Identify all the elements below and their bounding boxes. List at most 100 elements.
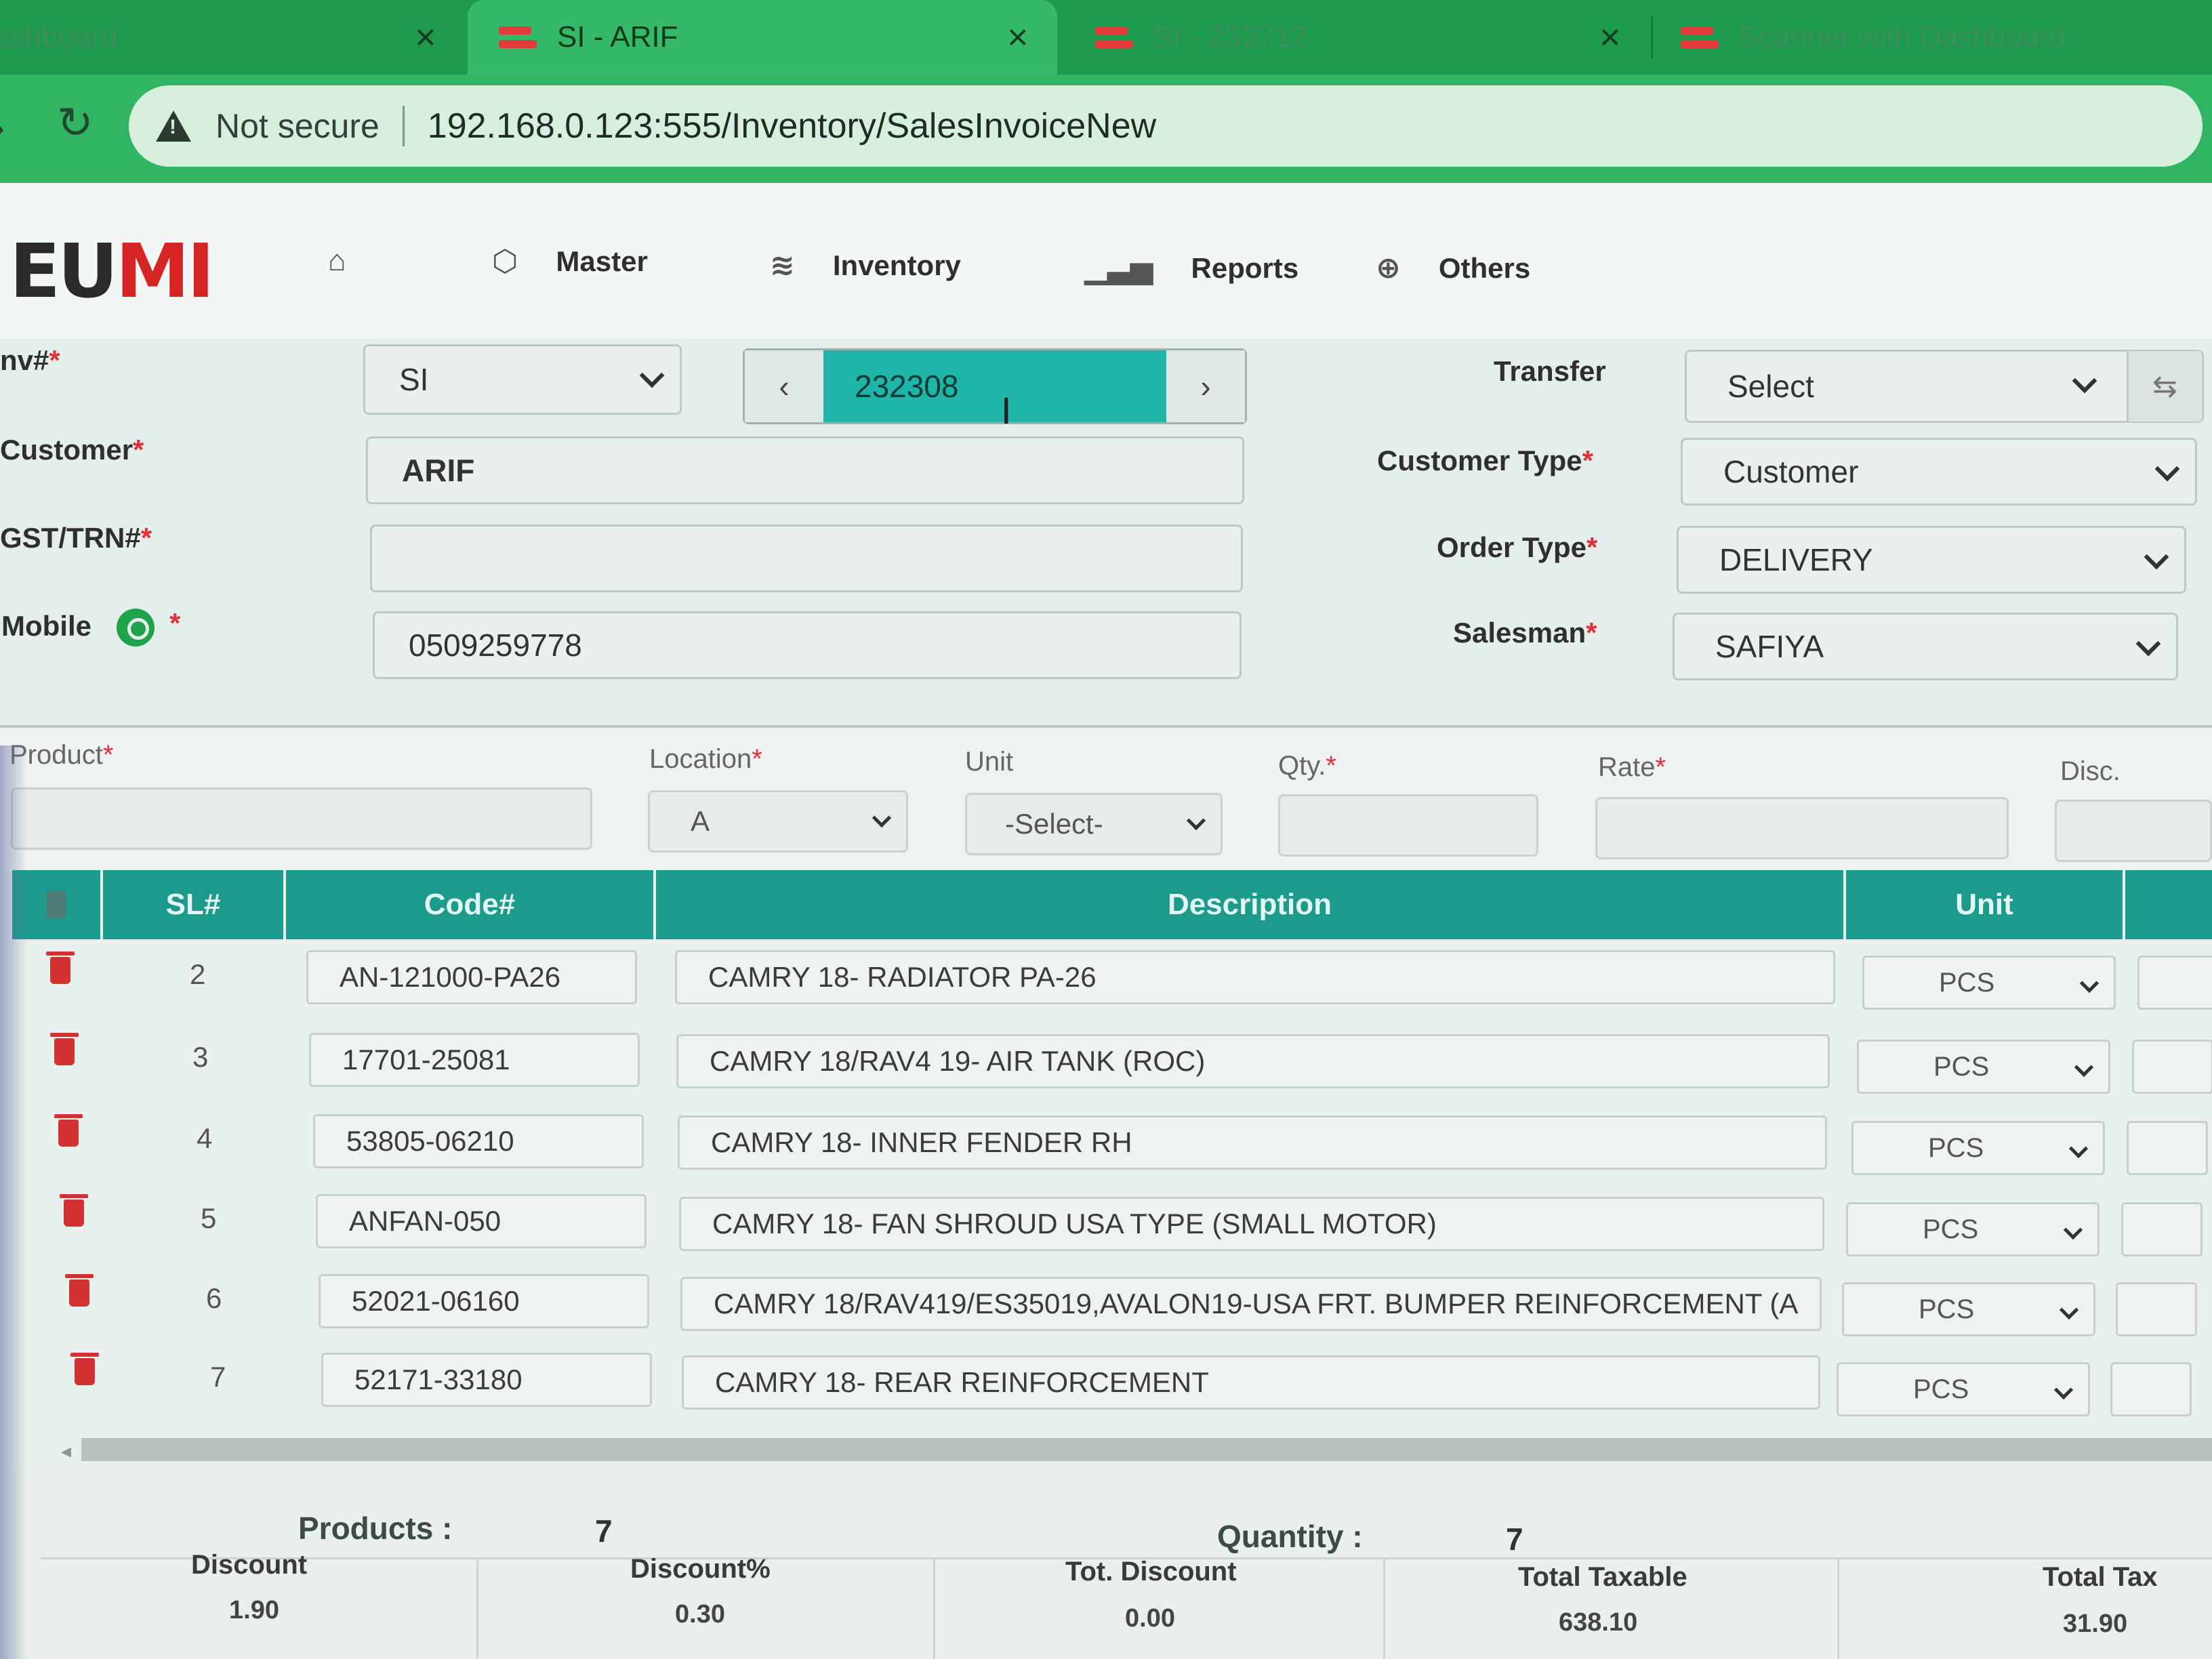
trash-icon[interactable] — [54, 1114, 83, 1147]
browser-tab-scanner-dashboard[interactable]: Scanner with Dashboard — [1681, 0, 2212, 75]
row-description-field[interactable]: CAMRY 18- RADIATOR PA-26 — [675, 950, 1835, 1004]
close-icon[interactable]: × — [415, 16, 436, 58]
row-code-field[interactable]: 52171-33180 — [321, 1353, 652, 1407]
row-unit-select[interactable]: PCS — [1846, 1202, 2100, 1256]
scroll-left-icon[interactable]: ◂ — [61, 1439, 71, 1463]
row-next-field[interactable] — [2132, 1040, 2212, 1094]
location-select[interactable]: A — [648, 790, 908, 853]
mobile-field[interactable]: 0509259778 — [373, 611, 1242, 679]
left-edge-shadow — [0, 745, 27, 1659]
customer-type-select[interactable]: Customer — [1681, 438, 2197, 506]
required-mark: * — [169, 607, 181, 639]
row-code-field[interactable]: 53805-06210 — [313, 1114, 644, 1168]
trash-icon — [47, 891, 66, 918]
nav-master-label: Master — [556, 245, 648, 277]
row-code-field[interactable]: 17701-25081 — [309, 1033, 640, 1087]
unit-column-header: Unit — [1846, 870, 2125, 939]
whatsapp-icon[interactable] — [117, 609, 155, 647]
salesman-select[interactable]: SAFIYA — [1673, 613, 2178, 680]
row-code: AN-121000-PA26 — [340, 961, 561, 993]
row-next-field[interactable] — [2110, 1362, 2192, 1416]
browser-tab-si-arif[interactable]: SI - ARIF × — [468, 0, 1057, 75]
customer-label-text: Customer — [0, 434, 134, 466]
trash-icon[interactable] — [46, 951, 75, 984]
rate-label: Rate* — [1598, 752, 1666, 783]
row-description-field[interactable]: CAMRY 18- REAR REINFORCEMENT — [682, 1355, 1820, 1410]
row-code-field[interactable]: ANFAN-050 — [316, 1194, 647, 1248]
row-description-field[interactable]: CAMRY 18- INNER FENDER RH — [678, 1115, 1827, 1170]
close-icon[interactable]: × — [1599, 16, 1621, 58]
customer-field[interactable]: ARIF — [366, 436, 1244, 504]
close-icon[interactable]: × — [1007, 16, 1029, 58]
forward-icon[interactable]: › — [0, 102, 5, 152]
row-unit-select[interactable]: PCS — [1862, 956, 2116, 1010]
invoice-number-field[interactable]: 232308 I — [823, 350, 1166, 432]
row-sl: 2 — [190, 958, 206, 990]
gst-trn-field[interactable] — [370, 525, 1243, 592]
trash-icon[interactable] — [50, 1033, 79, 1065]
inv-number-label: nv#* — [0, 344, 60, 377]
qty-input[interactable] — [1278, 794, 1538, 857]
home-icon: ⌂ — [328, 244, 346, 277]
location-value: A — [691, 805, 710, 837]
row-unit: PCS — [1939, 967, 1995, 998]
transfer-value: Select — [1727, 369, 1814, 404]
description-column-header: Description — [656, 870, 1846, 939]
row-unit-select[interactable]: PCS — [1842, 1282, 2095, 1336]
trash-icon[interactable] — [65, 1274, 94, 1307]
row-description-field[interactable]: CAMRY 18- FAN SHROUD USA TYPE (SMALL MOT… — [679, 1197, 1824, 1251]
row-next-field[interactable] — [2137, 956, 2212, 1010]
layers-icon: ≋ — [770, 249, 795, 282]
row-description-field[interactable]: CAMRY 18/RAV419/ES35019,AVALON19-USA FRT… — [680, 1277, 1822, 1331]
next-invoice-button[interactable]: › — [1166, 350, 1245, 422]
trash-icon[interactable] — [70, 1353, 99, 1385]
row-code-field[interactable]: AN-121000-PA26 — [306, 950, 637, 1004]
discount-percent-label: Discount% — [630, 1554, 771, 1584]
disc-input[interactable] — [2055, 800, 2212, 862]
nav-others[interactable]: ⊕ Others — [1376, 251, 1530, 285]
reload-icon[interactable]: ↻ — [57, 98, 94, 148]
row-unit-select[interactable]: PCS — [1837, 1362, 2090, 1416]
browser-tab-si-233712[interactable]: SI - 233712 × — [1071, 0, 1640, 75]
unit-select[interactable]: -Select- — [965, 793, 1223, 855]
browser-address-bar: › ↻ Not secure 192.168.0.123:555/Invento… — [0, 75, 2212, 183]
row-unit-select[interactable]: PCS — [1857, 1040, 2110, 1094]
transfer-swap-button[interactable]: ⇆ — [2127, 351, 2201, 422]
chevron-down-icon — [2068, 1139, 2089, 1159]
app-logo[interactable]: EUMI — [9, 228, 215, 314]
total-taxable-cell: Total Taxable 638.10 — [1385, 1559, 1839, 1659]
row-description: CAMRY 18- INNER FENDER RH — [711, 1126, 1132, 1158]
product-search-input[interactable] — [11, 787, 592, 850]
order-type-select[interactable]: DELIVERY — [1677, 526, 2186, 594]
invoice-prefix-select[interactable]: SI — [363, 344, 682, 415]
row-next-field[interactable] — [2121, 1202, 2203, 1256]
table-row: 7 52171-33180 CAMRY 18- REAR REINFORCEME… — [12, 1353, 2212, 1435]
nav-reports-label: Reports — [1191, 251, 1299, 284]
tab-divider — [1651, 16, 1653, 58]
url-text[interactable]: 192.168.0.123:555/Inventory/SalesInvoice… — [428, 106, 1156, 146]
discount-percent-value: 0.30 — [675, 1600, 725, 1629]
nav-master[interactable]: ⬡ Master — [492, 244, 648, 279]
nav-inventory[interactable]: ≋ Inventory — [770, 248, 961, 283]
row-description: CAMRY 18- RADIATOR PA-26 — [708, 961, 1097, 993]
inv-label-text: nv# — [0, 344, 49, 376]
row-unit: PCS — [1919, 1294, 1975, 1324]
security-label[interactable]: Not secure — [216, 106, 380, 146]
nav-home[interactable]: ⌂ — [328, 244, 384, 278]
trash-icon[interactable] — [60, 1194, 88, 1227]
row-code-field[interactable]: 52021-06160 — [319, 1274, 649, 1328]
prev-invoice-button[interactable]: ‹ — [745, 350, 823, 422]
rate-input[interactable] — [1595, 797, 2009, 859]
row-description-field[interactable]: CAMRY 18/RAV4 19- AIR TANK (ROC) — [676, 1034, 1830, 1088]
url-field[interactable]: Not secure 192.168.0.123:555/Inventory/S… — [129, 85, 2203, 167]
nav-reports[interactable]: ▁▃▅ Reports — [1084, 251, 1298, 285]
row-unit-select[interactable]: PCS — [1851, 1121, 2105, 1175]
disc-label: Disc. — [2060, 756, 2121, 786]
row-description: CAMRY 18/RAV419/ES35019,AVALON19-USA FRT… — [714, 1288, 1799, 1319]
items-table-header: SL# Code# Description Unit — [12, 870, 2212, 939]
row-next-field[interactable] — [2127, 1121, 2208, 1175]
row-next-field[interactable] — [2116, 1282, 2197, 1336]
browser-tab-dashboard[interactable]: ashboard × — [0, 0, 461, 75]
horizontal-scrollbar[interactable] — [81, 1438, 2212, 1461]
salesman-value: SAFIYA — [1715, 629, 1824, 664]
